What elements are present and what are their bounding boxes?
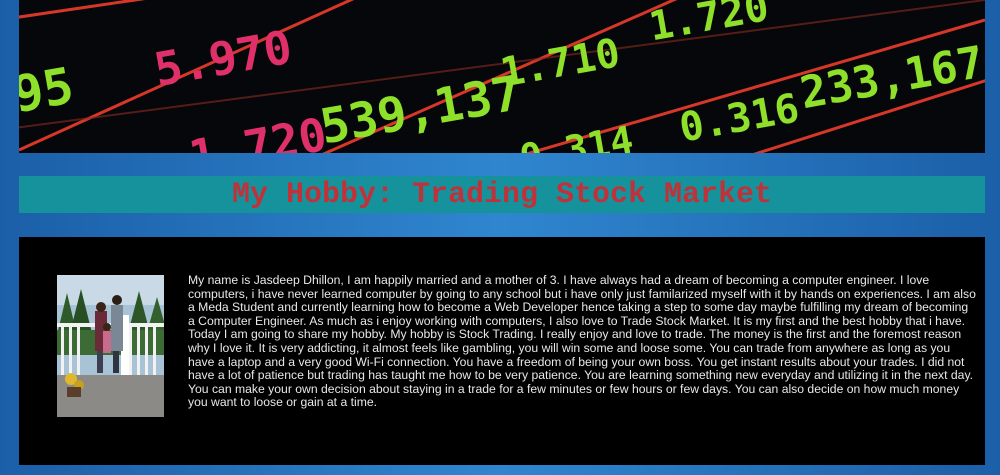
bio-text: My name is Jasdeep Dhillon, I am happily…: [188, 273, 976, 410]
content-panel: My name is Jasdeep Dhillon, I am happily…: [19, 237, 985, 465]
page-title: My Hobby: Trading Stock Market: [231, 177, 773, 212]
ticker-value: 95: [19, 56, 78, 124]
stock-ticker-banner: 95 5.970 1.710 1.720 539,137 0.316 233,1…: [19, 0, 985, 153]
family-photo: [57, 275, 164, 417]
ticker-board-image: 95 5.970 1.710 1.720 539,137 0.316 233,1…: [19, 0, 985, 153]
title-bar: My Hobby: Trading Stock Market: [19, 176, 985, 213]
family-photo-image: [57, 275, 164, 417]
